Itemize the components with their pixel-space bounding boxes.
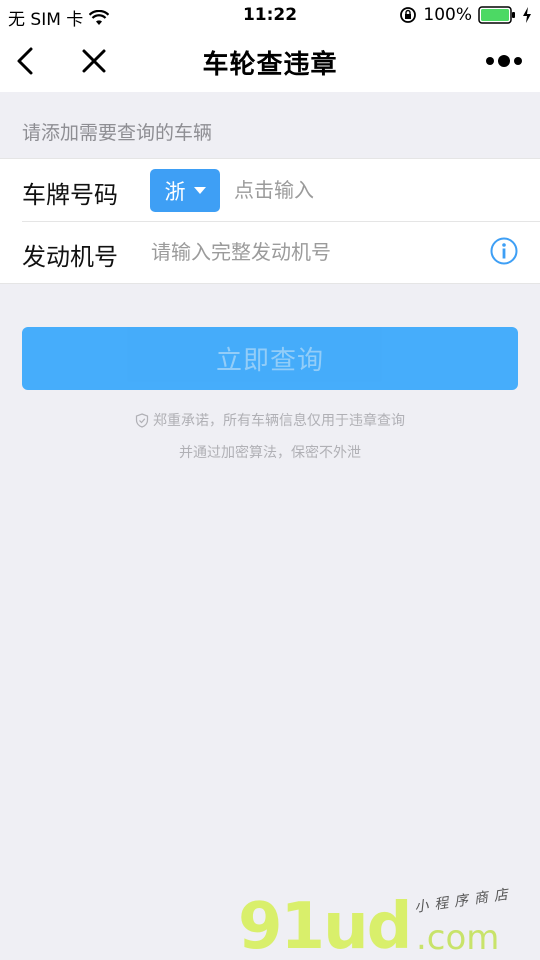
- engine-label: 发动机号: [22, 243, 118, 271]
- status-right: 100%: [399, 5, 532, 25]
- watermark-main: 91ud: [238, 890, 412, 960]
- privacy-notice-line1: 郑重承诺，所有车辆信息仅用于违章查询: [0, 410, 540, 430]
- info-icon[interactable]: [490, 237, 518, 265]
- plate-row: 车牌号码 浙: [0, 159, 540, 221]
- privacy-notice-line2: 并通过加密算法，保密不外泄: [179, 445, 361, 461]
- plate-input[interactable]: [234, 173, 514, 207]
- more-button[interactable]: [484, 52, 524, 70]
- shield-icon: [135, 412, 149, 428]
- status-bar: 无 SIM 卡 11:22 100%: [0, 0, 540, 30]
- battery-percent: 100%: [423, 5, 472, 25]
- battery-icon: [478, 6, 515, 24]
- watermark-sub: 小程序商店: [413, 886, 515, 916]
- plate-label: 车牌号码: [22, 181, 118, 209]
- province-select[interactable]: 浙: [150, 169, 220, 212]
- province-value: 浙: [164, 179, 186, 204]
- engine-row: 发动机号: [0, 221, 540, 283]
- query-button[interactable]: 立即查询: [22, 327, 518, 390]
- rotation-lock-icon: [400, 7, 417, 23]
- charging-icon: [523, 7, 531, 23]
- nav-bar: 车轮查违章: [0, 30, 540, 92]
- notice-text-1: 郑重承诺，所有车辆信息仅用于违章查询: [153, 413, 405, 429]
- watermark-com: .com: [416, 918, 500, 958]
- section-hint: 请添加需要查询的车辆: [22, 122, 213, 144]
- watermark-logo: 91ud .com 小程序商店: [238, 886, 538, 960]
- engine-input[interactable]: [151, 235, 471, 269]
- vehicle-form: 车牌号码 浙 发动机号: [0, 158, 540, 284]
- page-title: 车轮查违章: [202, 50, 338, 80]
- caret-down-icon: [193, 187, 206, 194]
